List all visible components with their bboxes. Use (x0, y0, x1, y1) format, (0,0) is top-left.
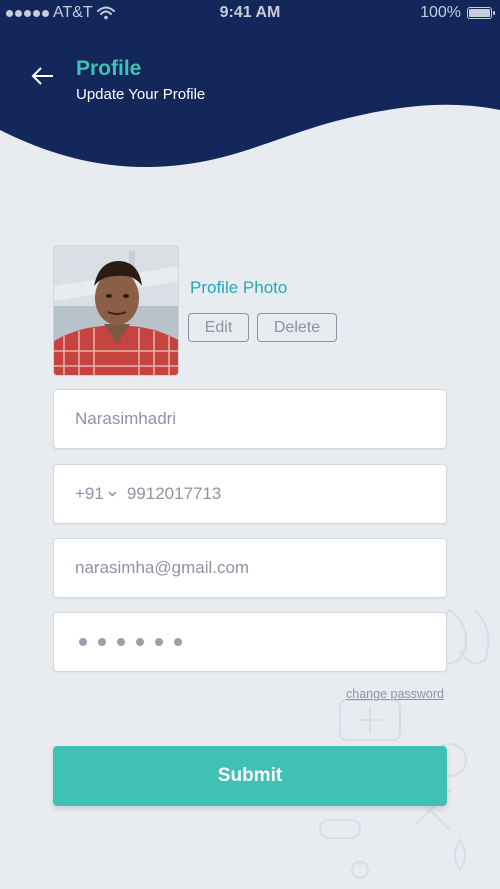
password-field[interactable] (53, 612, 447, 672)
page-title: Profile (76, 57, 142, 80)
password-dot (98, 638, 106, 646)
status-bar: AT&T 9:41 AM 100% (0, 0, 500, 26)
submit-button[interactable]: Submit (53, 746, 447, 806)
password-dot (155, 638, 163, 646)
password-mask (79, 638, 182, 646)
arrow-left-icon (31, 67, 53, 85)
email-value: narasimha@gmail.com (75, 558, 250, 577)
phone-field[interactable]: +91 9912017713 (53, 464, 447, 524)
password-dot (79, 638, 87, 646)
avatar (54, 246, 178, 375)
page-subtitle: Update Your Profile (76, 86, 206, 103)
change-password-link[interactable]: change password (346, 687, 444, 701)
password-dot (136, 638, 144, 646)
edit-photo-button[interactable]: Edit (188, 313, 249, 342)
country-code-value: +91 (75, 484, 104, 503)
name-value: Narasimhadri (75, 409, 177, 428)
battery-percent: 100% (420, 4, 461, 21)
status-right: 100% (420, 4, 495, 22)
email-field[interactable]: narasimha@gmail.com (53, 538, 447, 598)
phone-value: 9912017713 (126, 484, 222, 503)
profile-photo[interactable] (53, 245, 179, 376)
password-dot (174, 638, 182, 646)
battery-icon (467, 7, 495, 19)
chevron-down-icon (108, 491, 117, 497)
profile-photo-label: Profile Photo (190, 278, 288, 297)
back-button[interactable] (28, 62, 58, 90)
country-code-select[interactable]: +91 (75, 484, 117, 504)
password-dot (117, 638, 125, 646)
delete-photo-button[interactable]: Delete (257, 313, 337, 342)
name-field[interactable]: Narasimhadri (53, 389, 447, 449)
